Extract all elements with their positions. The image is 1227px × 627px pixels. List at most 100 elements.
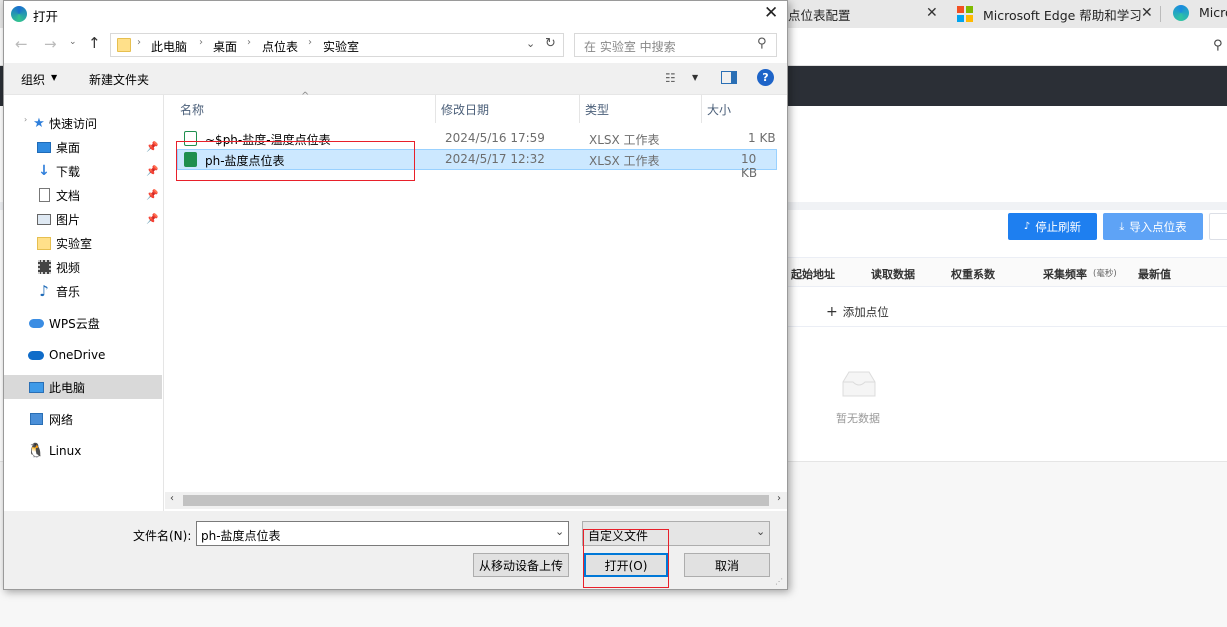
dialog-footer: 文件名(N): ph-盐度点位表 ⌄ 自定义文件 ⌄ 从移动设备上传 打开(O)… (4, 511, 787, 589)
add-point-label: 添加点位 (842, 305, 889, 319)
star-icon: ★ (33, 115, 45, 131)
resize-grip-icon[interactable]: ⋰ (775, 577, 783, 586)
organize-label: 组织 (21, 73, 46, 87)
nav-network[interactable]: 网络 (4, 407, 162, 431)
pin-icon: 📌 (146, 213, 159, 225)
close-icon[interactable]: ✕ (764, 3, 778, 23)
file-modified: 2024/5/17 12:32 (445, 152, 545, 166)
browser-tab-edge-help[interactable]: Microsoft Edge 帮助和学习 ✕ (948, 0, 1163, 28)
scroll-right-icon[interactable]: › (777, 493, 781, 504)
breadcrumb-desktop[interactable]: 桌面 (213, 38, 237, 55)
file-type: XLSX 工作表 (589, 133, 660, 147)
column-modified[interactable]: 修改日期 (441, 101, 489, 118)
browser-tab-edge[interactable]: Micro (1166, 0, 1227, 28)
onedrive-cloud-icon (28, 347, 44, 363)
close-icon[interactable]: ✕ (926, 5, 938, 21)
organize-button[interactable]: 组织 ▼ (21, 71, 57, 88)
add-point-link[interactable]: + 添加点位 (826, 304, 889, 320)
nav-label: 实验室 (56, 236, 93, 251)
chevron-down-icon[interactable]: ⌄ (526, 37, 535, 50)
help-icon[interactable]: ? (757, 69, 774, 86)
file-type: XLSX 工作表 (589, 154, 660, 168)
file-size: 1 KB (748, 131, 776, 145)
scroll-left-icon[interactable]: ‹ (170, 493, 174, 504)
penguin-icon: 🐧 (27, 443, 45, 459)
file-list-header: ^ 名称 修改日期 类型 大小 (165, 91, 787, 123)
preview-pane-icon[interactable] (721, 71, 737, 84)
nav-onedrive[interactable]: OneDrive (4, 343, 162, 367)
cloud-icon (28, 315, 44, 331)
chevron-right-icon: › (199, 37, 203, 48)
refresh-icon[interactable]: ↻ (545, 36, 556, 51)
nav-downloads[interactable]: ↓ 下载 📌 (4, 159, 162, 183)
music-note-icon: ♪ (39, 282, 49, 300)
nav-quick-access[interactable]: › ★ 快速访问 (4, 111, 162, 135)
computer-icon (28, 379, 44, 395)
column-size[interactable]: 大小 (707, 101, 731, 118)
forward-arrow-icon[interactable]: → (44, 35, 57, 53)
column-divider (579, 95, 580, 123)
chevron-down-icon[interactable]: ⌄ (555, 525, 564, 538)
file-modified: 2024/5/16 17:59 (445, 131, 545, 145)
breadcrumb-points[interactable]: 点位表 (262, 38, 298, 55)
up-arrow-icon[interactable]: ↑ (88, 34, 101, 52)
nav-documents[interactable]: 文档 📌 (4, 183, 162, 207)
horizontal-scrollbar[interactable]: ‹ › (165, 492, 787, 509)
breadcrumb-lab[interactable]: 实验室 (323, 38, 359, 55)
scroll-thumb[interactable] (183, 495, 769, 506)
column-type[interactable]: 类型 (585, 101, 609, 118)
column-name[interactable]: 名称 (180, 101, 204, 118)
nav-music[interactable]: ♪ 音乐 (4, 279, 162, 303)
microsoft-logo-icon (957, 6, 973, 22)
empty-text: 暂无数据 (836, 412, 880, 425)
search-input[interactable]: 在 实验室 中搜索 ⚲ (574, 33, 777, 57)
filename-value: ph-盐度点位表 (201, 529, 281, 543)
import-points-button[interactable]: ⤓ 导入点位表 (1103, 213, 1203, 240)
nav-label: 视频 (56, 260, 81, 275)
recent-chevron-icon[interactable]: ⌄ (69, 37, 77, 47)
close-icon[interactable]: ✕ (1141, 5, 1153, 21)
nav-linux[interactable]: 🐧 Linux (4, 439, 162, 463)
navigation-row: ← → ⌄ ↑ › 此电脑 › 桌面 › 点位表 › 实验室 ⌄ ↻ 在 实验室… (4, 29, 787, 63)
file-size: 10 KB (741, 152, 758, 180)
edge-logo-icon (11, 6, 27, 22)
search-icon[interactable]: ⚲ (1213, 38, 1223, 53)
search-placeholder: 在 实验室 中搜索 (584, 40, 676, 54)
nav-wps-cloud[interactable]: WPS云盘 (4, 311, 162, 335)
document-icon (36, 187, 52, 203)
view-options-icon[interactable]: ☷ (665, 71, 676, 85)
caret-down-icon[interactable]: ▼ (692, 73, 698, 82)
nav-label: WPS云盘 (49, 316, 100, 331)
th-latest: 最新值 (1138, 268, 1171, 281)
stop-refresh-label: 停止刷新 (1035, 219, 1082, 234)
th-read-data: 读取数据 (871, 268, 915, 281)
column-divider (435, 95, 436, 123)
th-frequency: 采集频率 (1043, 268, 1087, 281)
navigation-pane: › ★ 快速访问 桌面 📌 ↓ 下载 📌 文档 📌 图片 📌 实验室 视频 ♪ … (4, 95, 164, 511)
new-folder-button[interactable]: 新建文件夹 (89, 71, 149, 88)
annotation-highlight-open (583, 529, 669, 588)
nav-this-pc[interactable]: 此电脑 (4, 375, 162, 399)
download-icon: ⤓ (1119, 219, 1125, 233)
tab-label: Micro (1199, 5, 1227, 20)
stop-refresh-button[interactable]: ♪ 停止刷新 (1008, 213, 1097, 240)
nav-pictures[interactable]: 图片 📌 (4, 207, 162, 231)
breadcrumb-this-pc[interactable]: 此电脑 (151, 38, 187, 55)
back-arrow-icon[interactable]: ← (15, 35, 28, 53)
nav-label: 此电脑 (49, 380, 86, 395)
browser-tab-config[interactable]: 点位表配置 ✕ (788, 0, 948, 28)
nav-desktop[interactable]: 桌面 📌 (4, 135, 162, 159)
empty-box-icon (839, 368, 879, 400)
upload-from-mobile-button[interactable]: 从移动设备上传 (473, 553, 569, 577)
nav-label: 下载 (56, 164, 81, 179)
breadcrumb[interactable]: › 此电脑 › 桌面 › 点位表 › 实验室 ⌄ ↻ (110, 33, 564, 57)
filename-field[interactable]: ph-盐度点位表 ⌄ (196, 521, 569, 546)
dialog-titlebar: 打开 ✕ (4, 1, 787, 29)
nav-videos[interactable]: 视频 (4, 255, 162, 279)
th-frequency-unit: (毫秒) (1093, 269, 1117, 279)
more-button[interactable] (1209, 213, 1227, 240)
cancel-button[interactable]: 取消 (684, 553, 770, 577)
chevron-right-icon: › (308, 37, 312, 48)
nav-lab[interactable]: 实验室 (4, 231, 162, 255)
pin-icon: 📌 (146, 189, 159, 201)
